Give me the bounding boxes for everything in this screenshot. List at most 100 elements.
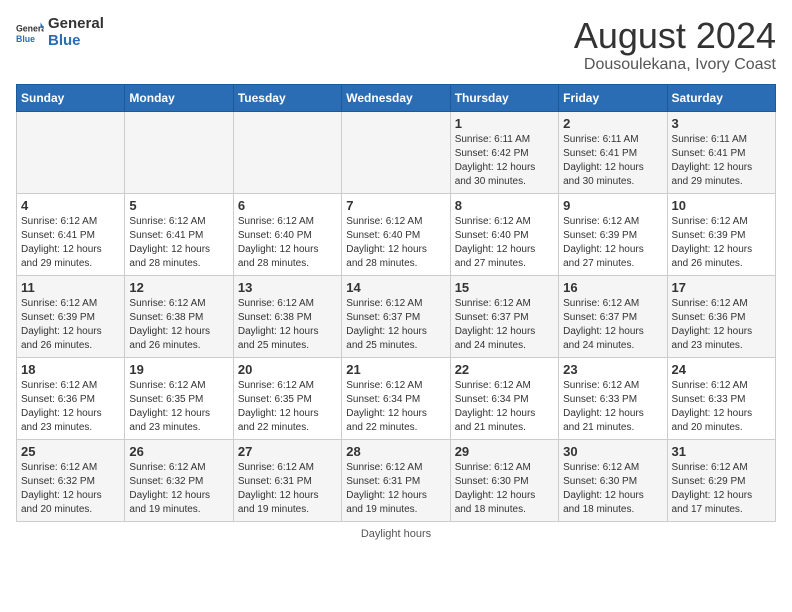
day-number: 30 — [563, 444, 662, 459]
calendar-cell: 24Sunrise: 6:12 AMSunset: 6:33 PMDayligh… — [667, 357, 775, 439]
logo-general: General — [48, 16, 104, 33]
calendar-cell: 28Sunrise: 6:12 AMSunset: 6:31 PMDayligh… — [342, 439, 450, 521]
day-info: Sunrise: 6:12 AMSunset: 6:35 PMDaylight:… — [238, 379, 337, 435]
calendar-cell: 23 Sunrise: 6:12 AMSunset: 6:33 PMDayligh… — [559, 357, 667, 439]
day-header-thursday: Thursday — [450, 84, 558, 111]
calendar-week-3: 11Sunrise: 6:12 AMSunset: 6:39 PMDayligh… — [17, 275, 776, 357]
day-info: Sunrise: 6:12 AMSunset: 6:30 PMDaylight:… — [455, 461, 554, 517]
day-info: Sunrise: 6:12 AMSunset: 6:39 PMDaylight:… — [672, 215, 771, 271]
calendar-cell — [17, 111, 125, 193]
calendar-header-row: SundayMondayTuesdayWednesdayThursdayFrid… — [17, 84, 776, 111]
calendar-cell: 5 Sunrise: 6:12 AMSunset: 6:41 PMDaylight… — [125, 193, 233, 275]
day-info: Sunrise: 6:12 AMSunset: 6:38 PMDaylight:… — [238, 297, 337, 353]
day-info: Sunrise: 6:12 AMSunset: 6:41 PMDaylight:… — [129, 215, 228, 271]
calendar-cell: 27 Sunrise: 6:12 AMSunset: 6:31 PMDayligh… — [233, 439, 341, 521]
day-number: 5 — [129, 198, 228, 213]
day-number: 9 — [563, 198, 662, 213]
day-number: 19 — [129, 362, 228, 377]
day-number: 17 — [672, 280, 771, 295]
day-number: 16 — [563, 280, 662, 295]
day-info: Sunrise: 6:12 AMSunset: 6:39 PMDaylight:… — [21, 297, 120, 353]
day-info: Sunrise: 6:12 AMSunset: 6:39 PMDaylight:… — [563, 215, 662, 271]
day-number: 28 — [346, 444, 445, 459]
calendar-cell: 31 Sunrise: 6:12 AMSunset: 6:29 PMDayligh… — [667, 439, 775, 521]
day-info: Sunrise: 6:12 AMSunset: 6:29 PMDaylight:… — [672, 461, 771, 517]
day-number: 31 — [672, 444, 771, 459]
day-info: Sunrise: 6:12 AMSunset: 6:41 PMDaylight:… — [21, 215, 120, 271]
day-number: 4 — [21, 198, 120, 213]
day-info: Sunrise: 6:12 AMSunset: 6:37 PMDaylight:… — [455, 297, 554, 353]
day-number: 21 — [346, 362, 445, 377]
day-info: Sunrise: 6:11 AMSunset: 6:42 PMDaylight:… — [455, 133, 554, 189]
calendar-cell: 13 Sunrise: 6:12 AMSunset: 6:38 PMDayligh… — [233, 275, 341, 357]
calendar-cell: 14Sunrise: 6:12 AMSunset: 6:37 PMDayligh… — [342, 275, 450, 357]
day-number: 29 — [455, 444, 554, 459]
calendar-cell — [233, 111, 341, 193]
calendar-week-4: 18 Sunrise: 6:12 AMSunset: 6:36 PMDayligh… — [17, 357, 776, 439]
day-number: 13 — [238, 280, 337, 295]
calendar-cell: 21 Sunrise: 6:12 AMSunset: 6:34 PMDayligh… — [342, 357, 450, 439]
day-number: 10 — [672, 198, 771, 213]
calendar-cell: 22 Sunrise: 6:12 AMSunset: 6:34 PMDayligh… — [450, 357, 558, 439]
day-info: Sunrise: 6:12 AMSunset: 6:30 PMDaylight:… — [563, 461, 662, 517]
main-title: August 2024 — [574, 16, 776, 56]
day-info: Sunrise: 6:12 AMSunset: 6:31 PMDaylight:… — [238, 461, 337, 517]
day-number: 6 — [238, 198, 337, 213]
calendar-cell: 6Sunrise: 6:12 AMSunset: 6:40 PMDaylight… — [233, 193, 341, 275]
day-info: Sunrise: 6:12 AMSunset: 6:37 PMDaylight:… — [563, 297, 662, 353]
calendar-cell: 15 Sunrise: 6:12 AMSunset: 6:37 PMDayligh… — [450, 275, 558, 357]
calendar-cell: 17 Sunrise: 6:12 AMSunset: 6:36 PMDayligh… — [667, 275, 775, 357]
day-number: 8 — [455, 198, 554, 213]
calendar-cell: 7 Sunrise: 6:12 AMSunset: 6:40 PMDaylight… — [342, 193, 450, 275]
day-info: Sunrise: 6:12 AMSunset: 6:37 PMDaylight:… — [346, 297, 445, 353]
title-area: August 2024 Dousoulekana, Ivory Coast — [574, 16, 776, 74]
day-number: 18 — [21, 362, 120, 377]
day-info: Sunrise: 6:12 AMSunset: 6:38 PMDaylight:… — [129, 297, 228, 353]
subtitle: Dousoulekana, Ivory Coast — [574, 56, 776, 74]
footer-note: Daylight hours — [16, 528, 776, 540]
calendar-week-5: 25Sunrise: 6:12 AMSunset: 6:32 PMDayligh… — [17, 439, 776, 521]
calendar-cell: 30 Sunrise: 6:12 AMSunset: 6:30 PMDayligh… — [559, 439, 667, 521]
calendar-cell: 12 Sunrise: 6:12 AMSunset: 6:38 PMDayligh… — [125, 275, 233, 357]
calendar-cell: 1 Sunrise: 6:11 AMSunset: 6:42 PMDaylight… — [450, 111, 558, 193]
day-number: 2 — [563, 116, 662, 131]
day-info: Sunrise: 6:11 AMSunset: 6:41 PMDaylight:… — [672, 133, 771, 189]
calendar-cell: 9 Sunrise: 6:12 AMSunset: 6:39 PMDaylight… — [559, 193, 667, 275]
day-info: Sunrise: 6:12 AMSunset: 6:36 PMDaylight:… — [672, 297, 771, 353]
day-number: 27 — [238, 444, 337, 459]
calendar-cell: 18 Sunrise: 6:12 AMSunset: 6:36 PMDayligh… — [17, 357, 125, 439]
day-info: Sunrise: 6:11 AMSunset: 6:41 PMDaylight:… — [563, 133, 662, 189]
calendar-cell: 29 Sunrise: 6:12 AMSunset: 6:30 PMDayligh… — [450, 439, 558, 521]
day-number: 15 — [455, 280, 554, 295]
calendar-cell — [125, 111, 233, 193]
day-info: Sunrise: 6:12 AMSunset: 6:34 PMDaylight:… — [455, 379, 554, 435]
day-number: 12 — [129, 280, 228, 295]
day-number: 7 — [346, 198, 445, 213]
day-info: Sunrise: 6:12 AMSunset: 6:36 PMDaylight:… — [21, 379, 120, 435]
day-header-sunday: Sunday — [17, 84, 125, 111]
day-number: 23 — [563, 362, 662, 377]
day-info: Sunrise: 6:12 AMSunset: 6:40 PMDaylight:… — [455, 215, 554, 271]
day-header-monday: Monday — [125, 84, 233, 111]
logo-icon: General Blue — [16, 19, 44, 47]
day-number: 24 — [672, 362, 771, 377]
day-header-tuesday: Tuesday — [233, 84, 341, 111]
day-info: Sunrise: 6:12 AMSunset: 6:32 PMDaylight:… — [21, 461, 120, 517]
day-info: Sunrise: 6:12 AMSunset: 6:40 PMDaylight:… — [346, 215, 445, 271]
calendar-cell: 3Sunrise: 6:11 AMSunset: 6:41 PMDaylight… — [667, 111, 775, 193]
calendar-table: SundayMondayTuesdayWednesdayThursdayFrid… — [16, 84, 776, 522]
calendar-week-1: 1 Sunrise: 6:11 AMSunset: 6:42 PMDaylight… — [17, 111, 776, 193]
calendar-cell — [342, 111, 450, 193]
day-number: 22 — [455, 362, 554, 377]
calendar-body: 1 Sunrise: 6:11 AMSunset: 6:42 PMDaylight… — [17, 111, 776, 521]
calendar-week-2: 4 Sunrise: 6:12 AMSunset: 6:41 PMDaylight… — [17, 193, 776, 275]
logo-blue: Blue — [48, 33, 104, 50]
day-info: Sunrise: 6:12 AMSunset: 6:34 PMDaylight:… — [346, 379, 445, 435]
calendar-cell: 2 Sunrise: 6:11 AMSunset: 6:41 PMDaylight… — [559, 111, 667, 193]
day-header-friday: Friday — [559, 84, 667, 111]
day-info: Sunrise: 6:12 AMSunset: 6:33 PMDaylight:… — [563, 379, 662, 435]
day-number: 1 — [455, 116, 554, 131]
day-number: 20 — [238, 362, 337, 377]
calendar-cell: 10 Sunrise: 6:12 AMSunset: 6:39 PMDayligh… — [667, 193, 775, 275]
logo: General Blue General Blue — [16, 16, 104, 49]
